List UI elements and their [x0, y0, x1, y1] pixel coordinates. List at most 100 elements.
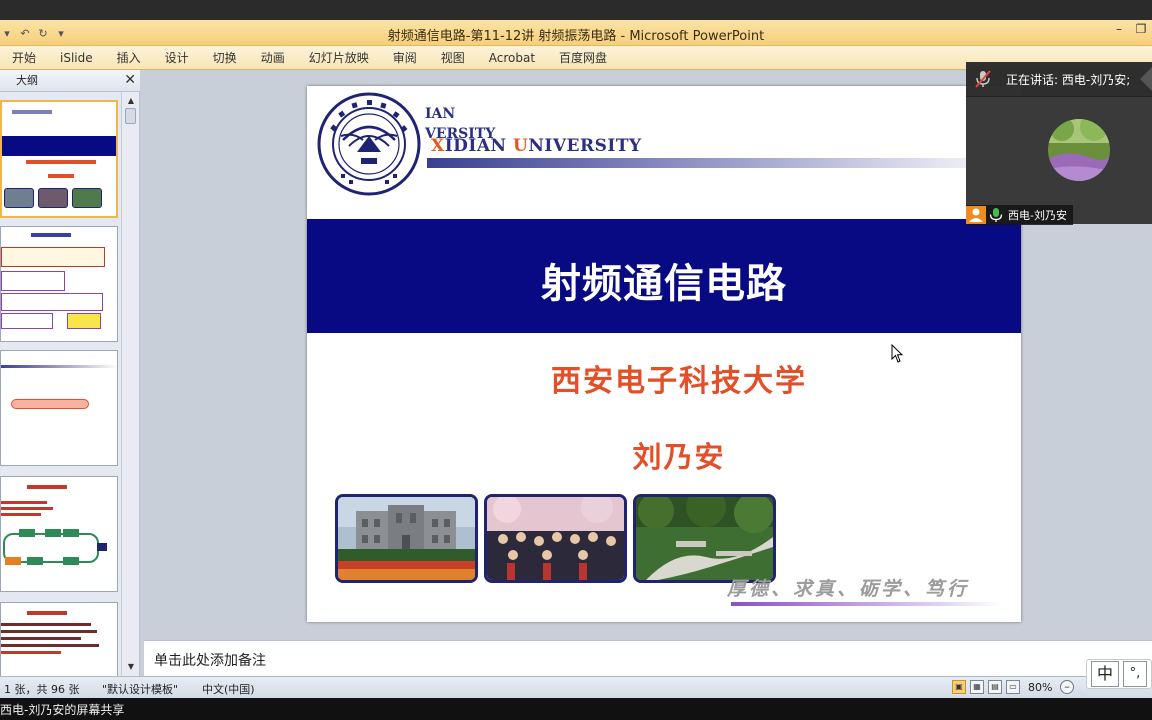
screen-share-bar: 西电-刘乃安的屏幕共享: [0, 698, 1152, 720]
university-motto: 厚德、求真、砺学、笃行: [727, 578, 970, 600]
thumb-photo: [72, 188, 102, 208]
thumb-flow-arrow: [97, 543, 107, 551]
thumb-banner: [2, 136, 116, 156]
slide-thumbnail-1[interactable]: [0, 100, 118, 218]
university-name-part: IDIAN: [444, 136, 513, 156]
participant-name-tag: 西电-刘乃安: [966, 205, 1073, 225]
outline-tab-strip: 大纲 ✕: [0, 70, 140, 92]
notes-placeholder[interactable]: 单击此处添加备注: [154, 650, 266, 670]
zoom-out-icon[interactable]: –: [1060, 680, 1074, 694]
language-indicator[interactable]: 中文(中国): [202, 681, 255, 697]
thumb-flow-box: [19, 529, 35, 537]
thumb-text-lines: [1, 623, 101, 673]
slide-sorter-icon[interactable]: ▦: [970, 680, 984, 694]
thumb-pill: [11, 399, 89, 409]
speaking-label: 正在讲话: 西电-刘乃安;: [1006, 73, 1131, 87]
mouse-cursor-icon: [891, 344, 904, 363]
thumb-flow-box: [27, 557, 43, 565]
screen-share-label: 西电-刘乃安的屏幕共享: [0, 703, 125, 717]
thumb-box: [1, 293, 103, 311]
ime-mode-button[interactable]: 中: [1091, 661, 1119, 687]
tab-home[interactable]: 开始: [0, 46, 48, 70]
thumb-flow-box: [45, 529, 61, 537]
participant-name: 西电-刘乃安: [1008, 209, 1067, 222]
university-name-initial: U: [513, 136, 529, 156]
window-title: 射频通信电路-第11-12讲 射频振荡电路 - Microsoft PowerP…: [387, 29, 765, 44]
scroll-down-icon[interactable]: ▼: [122, 660, 140, 674]
theme-name[interactable]: "默认设计模板": [102, 681, 178, 697]
thumb-text-line: [2, 174, 116, 179]
title-banner: 射频通信电路: [307, 219, 1021, 333]
share-top-band: [0, 0, 1152, 20]
collapse-panel-icon[interactable]: [1138, 67, 1152, 91]
thumb-flow-box: [63, 529, 79, 537]
zoom-level[interactable]: 80%: [1028, 681, 1052, 694]
slide-thumbnail-5[interactable]: [0, 602, 118, 676]
campus-building-image: [338, 497, 475, 580]
slide-thumbnails: [0, 94, 122, 676]
thumb-text-line: [2, 160, 116, 166]
microphone-muted-icon: [975, 70, 991, 88]
tab-baidu-netdisk[interactable]: 百度网盘: [547, 46, 619, 70]
university-wordmark-fragment: IAN: [425, 106, 456, 122]
ime-punctuation-button[interactable]: °,: [1123, 661, 1147, 687]
scroll-up-icon[interactable]: ▲: [122, 94, 140, 108]
title-bar: ▾ ↶ ↻ ▾ 射频通信电路-第11-12讲 射频振荡电路 - Microsof…: [0, 20, 1152, 46]
reading-view-icon[interactable]: ▤: [988, 680, 1002, 694]
thumb-text-lines: [1, 501, 61, 517]
graduates-image: [487, 497, 624, 580]
ime-toolbar: 中 °,: [1086, 659, 1152, 689]
ribbon-tabs: 开始 iSlide 插入 设计 切换 动画 幻灯片放映 审阅 视图 Acroba…: [0, 46, 619, 70]
thumb-box: [67, 313, 101, 329]
campus-building-photo: [335, 494, 478, 583]
close-icon[interactable]: ✕: [124, 72, 136, 88]
notes-pane[interactable]: 单击此处添加备注: [144, 640, 1152, 676]
campus-garden-image: [636, 497, 773, 580]
slide-thumbnail-4[interactable]: [0, 476, 118, 592]
scrollbar-thumb[interactable]: [125, 108, 136, 124]
tab-islide[interactable]: iSlide: [48, 46, 105, 70]
slide-thumbnail-3[interactable]: [0, 350, 118, 466]
header-gradient-bar: [427, 158, 1021, 168]
graduates-photo: [484, 494, 627, 583]
thumb-text-line: [31, 233, 71, 237]
participant-avatar: [1048, 119, 1110, 181]
thumb-text-line: [27, 611, 67, 615]
participant-video-tile[interactable]: 西电-刘乃安: [966, 96, 1152, 225]
motto-underline: [731, 602, 1001, 606]
thumb-box: [1, 271, 65, 291]
normal-view-icon[interactable]: ▣: [952, 680, 966, 694]
thumb-photo: [38, 188, 68, 208]
tab-slideshow[interactable]: 幻灯片放映: [297, 46, 381, 70]
university-name-part: NIVERSITY: [528, 136, 642, 156]
slide-title: 射频通信电路: [541, 261, 787, 307]
university-name: XIDIAN UNIVERSITY: [431, 136, 642, 156]
slide-canvas[interactable]: IAN VERSITY XIDIAN UNIVERSITY 射频通信电路 西安电…: [307, 86, 1021, 622]
campus-garden-photo: [633, 494, 776, 583]
tab-transitions[interactable]: 切换: [201, 46, 249, 70]
view-switcher: ▣ ▦ ▤ ▭: [952, 680, 1020, 694]
thumb-flow-box: [63, 557, 79, 565]
school-name: 西安电子科技大学: [551, 364, 807, 399]
slide-counter: 1 张，共 96 张: [4, 683, 80, 696]
outline-scrollbar[interactable]: ▲ ▼: [121, 92, 139, 676]
speaking-indicator: 正在讲话: 西电-刘乃安;: [966, 62, 1152, 96]
tab-animations[interactable]: 动画: [249, 46, 297, 70]
screen-share-view: ▾ ↶ ↻ ▾ 射频通信电路-第11-12讲 射频振荡电路 - Microsof…: [0, 0, 1152, 720]
thumb-text-line: [27, 485, 67, 489]
tab-view[interactable]: 视图: [429, 46, 477, 70]
tab-insert[interactable]: 插入: [105, 46, 153, 70]
thumb-text-line: [12, 110, 52, 114]
tab-outline[interactable]: 大纲: [0, 70, 54, 92]
minimize-icon[interactable]: –: [1108, 22, 1130, 36]
thumb-photo: [4, 188, 34, 208]
university-name-initial: X: [431, 136, 445, 156]
tab-review[interactable]: 审阅: [381, 46, 429, 70]
restore-icon[interactable]: ❐: [1130, 22, 1152, 36]
author-name: 刘乃安: [632, 440, 726, 474]
tab-design[interactable]: 设计: [153, 46, 201, 70]
slideshow-icon[interactable]: ▭: [1006, 680, 1020, 694]
tab-acrobat[interactable]: Acrobat: [477, 46, 547, 70]
slide-thumbnail-2[interactable]: [0, 226, 118, 342]
xidian-university-logo: [317, 92, 421, 196]
